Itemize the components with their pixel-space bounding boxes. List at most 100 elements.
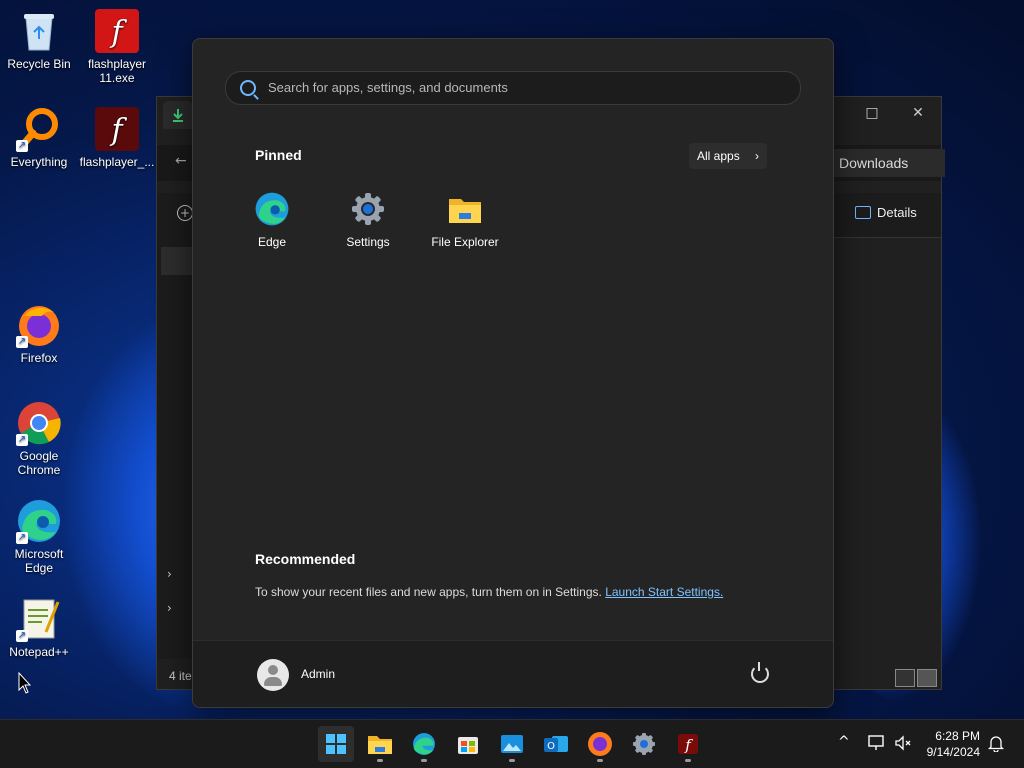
new-item-icon[interactable]: + (177, 205, 193, 221)
download-icon (173, 109, 183, 122)
chevron-up-icon[interactable]: ^ (838, 734, 850, 750)
flash-icon: f (94, 8, 140, 54)
desktop-icon-label: Google Chrome (17, 449, 61, 477)
desktop-icon-label: flashplayer_... (79, 155, 155, 169)
start-menu: Search for apps, settings, and documents… (192, 38, 834, 708)
folder-icon (447, 191, 483, 227)
clock-date: 9/14/2024 (926, 745, 980, 759)
shortcut-arrow-icon: ↗ (16, 336, 28, 348)
gear-icon (633, 733, 655, 755)
chevron-right-icon: › (755, 149, 759, 163)
desktop-icon-google-chrome[interactable]: ↗ Google Chrome (0, 400, 78, 477)
running-indicator (509, 759, 515, 762)
explorer-address-field[interactable]: Downloads (833, 149, 945, 177)
photos-icon (501, 735, 523, 753)
expand-chevron-icon[interactable]: › (167, 567, 172, 581)
notification-bell-icon[interactable] (988, 735, 1004, 752)
windows-logo-icon (326, 734, 346, 754)
chrome-icon: ↗ (16, 400, 62, 446)
pinned-app-label: Settings (346, 235, 390, 249)
pinned-app-file-explorer[interactable]: File Explorer (417, 189, 513, 249)
desktop-icon-notepad-plus-plus[interactable]: ↗ Notepad++ (0, 596, 78, 659)
svg-text:O: O (547, 741, 555, 752)
shortcut-arrow-icon: ↗ (16, 434, 28, 446)
mouse-cursor-icon (18, 672, 32, 694)
recommended-message: To show your recent files and new apps, … (255, 585, 723, 599)
launch-start-settings-link[interactable]: Launch Start Settings. (605, 585, 723, 599)
explorer-status-text: 4 ite (169, 669, 192, 683)
taskbar-edge[interactable] (406, 726, 442, 762)
clock[interactable]: 6:28 PM 9/14/2024 (927, 728, 980, 760)
close-icon[interactable]: ✕ (903, 103, 933, 123)
taskbar-outlook[interactable]: O (538, 726, 574, 762)
explorer-nav-pane[interactable]: › › (157, 237, 193, 659)
edge-icon (413, 733, 435, 755)
edge-icon: ↗ (16, 498, 62, 544)
taskbar-settings[interactable] (626, 726, 662, 762)
desktop-icon-recycle-bin[interactable]: Recycle Bin (0, 8, 78, 71)
nav-item-selected[interactable] (161, 247, 193, 275)
desktop-icon-label: flashplayer 11.exe (87, 57, 147, 85)
flash-icon: f (678, 734, 698, 754)
firefox-icon: ↗ (16, 302, 62, 348)
search-placeholder: Search for apps, settings, and documents (268, 80, 508, 95)
avatar (257, 659, 289, 691)
shortcut-arrow-icon: ↗ (16, 630, 28, 642)
desktop-icon-label: Everything (10, 155, 68, 169)
recommended-text: To show your recent files and new apps, … (255, 585, 602, 599)
running-indicator (685, 759, 691, 762)
firefox-icon (588, 732, 612, 756)
search-icon (240, 80, 256, 96)
details-pane-icon (855, 206, 871, 219)
notepad-plus-plus-icon: ↗ (16, 596, 62, 642)
list-view-icon[interactable] (895, 669, 915, 687)
shortcut-arrow-icon: ↗ (16, 532, 28, 544)
taskbar-photos[interactable] (494, 726, 530, 762)
explorer-tab[interactable] (163, 101, 193, 129)
running-indicator (597, 759, 603, 762)
desktop-icon-flashplayer-shortcut[interactable]: f flashplayer_... (78, 106, 156, 169)
start-menu-footer: Admin (193, 640, 833, 707)
desktop-icon-label: Notepad++ (9, 645, 69, 659)
recycle-bin-icon (16, 8, 62, 54)
edge-icon (254, 191, 290, 227)
shortcut-arrow-icon: ↗ (16, 140, 28, 152)
pinned-app-edge[interactable]: Edge (224, 189, 320, 249)
store-icon (458, 737, 478, 754)
volume-muted-icon[interactable] (894, 735, 912, 751)
taskbar-firefox[interactable] (582, 726, 618, 762)
network-icon[interactable] (868, 735, 886, 751)
desktop-icon-everything[interactable]: ↗ Everything (0, 106, 78, 169)
desktop-icon-flashplayer-exe[interactable]: f flashplayer 11.exe (78, 8, 156, 85)
all-apps-label: All apps (697, 149, 740, 163)
details-label: Details (877, 205, 917, 220)
start-search-box[interactable]: Search for apps, settings, and documents (225, 71, 801, 105)
pinned-app-label: File Explorer (431, 235, 499, 249)
start-button[interactable] (318, 726, 354, 762)
power-icon[interactable] (751, 662, 769, 683)
desktop-icon-firefox[interactable]: ↗ Firefox (0, 302, 78, 365)
expand-chevron-icon[interactable]: › (167, 601, 172, 615)
back-arrow-icon[interactable]: ← (175, 153, 187, 169)
tiles-view-icon[interactable] (917, 669, 937, 687)
taskbar-microsoft-store[interactable] (450, 726, 486, 762)
all-apps-button[interactable]: All apps › (689, 143, 767, 169)
taskbar-file-explorer[interactable] (362, 726, 398, 762)
pinned-app-label: Edge (257, 235, 287, 249)
desktop-icon-label: Microsoft Edge (14, 547, 64, 575)
details-button[interactable]: Details (855, 205, 917, 220)
taskbar: O f ^ 6:28 PM 9/14/2024 (0, 719, 1024, 768)
maximize-icon[interactable]: □ (857, 103, 887, 123)
running-indicator (377, 759, 383, 762)
user-name: Admin (301, 667, 336, 681)
outlook-icon: O (544, 736, 568, 752)
taskbar-flashplayer[interactable]: f (670, 726, 706, 762)
pinned-app-settings[interactable]: Settings (320, 189, 416, 249)
desktop-icon-label: Firefox (20, 351, 58, 365)
running-indicator (421, 759, 427, 762)
flash-icon: f (94, 106, 140, 152)
desktop-icon-microsoft-edge[interactable]: ↗ Microsoft Edge (0, 498, 78, 575)
desktop-icon-label: Recycle Bin (7, 57, 71, 71)
everything-search-icon: ↗ (16, 106, 62, 152)
folder-icon (368, 736, 392, 754)
